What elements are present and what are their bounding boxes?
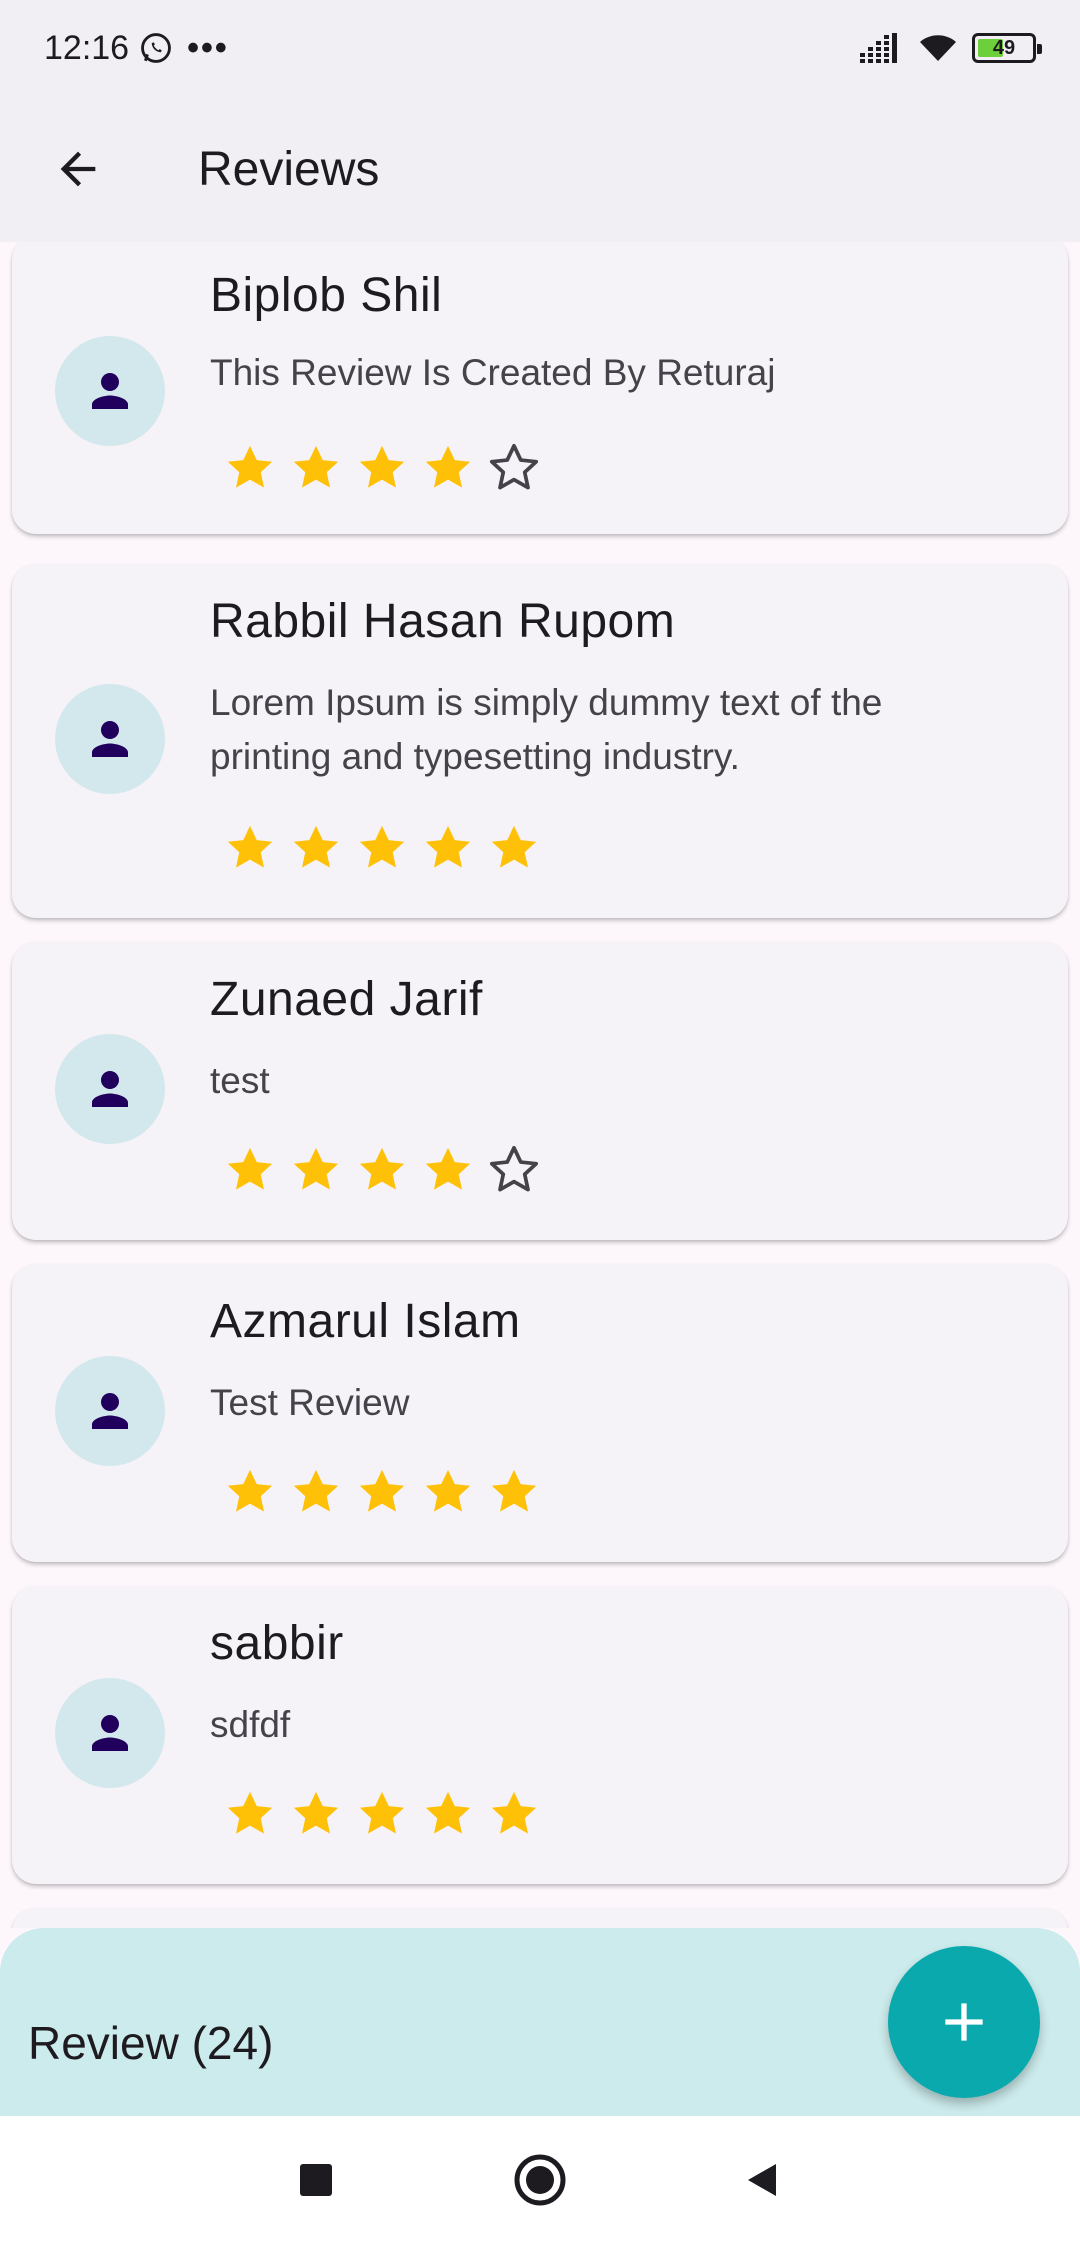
person-icon [92,1393,128,1429]
star-filled-icon [491,825,537,868]
star-outline-icon [489,443,539,490]
avatar [55,1678,165,1788]
star-filled-icon [359,1469,405,1512]
home-button[interactable] [500,2140,580,2220]
add-review-button[interactable] [888,1946,1040,2098]
review-text: test [210,1060,270,1101]
review-card[interactable]: Azmarul Islam Test Review [12,1264,1068,1562]
wifi-icon [920,35,956,61]
review-count-label: Review (24) [28,2017,274,2069]
reviewer-name: Azmarul Islam [210,1295,521,1348]
review-text: This Review Is Created By Returaj [210,352,776,393]
star-filled-icon [359,445,405,488]
system-back-button[interactable] [722,2140,802,2220]
star-rating [222,1786,542,1842]
review-list[interactable]: Biplob Shil This Review Is Created By Re… [0,242,1080,1928]
star-rating [222,1142,542,1198]
star-filled-icon [293,1147,339,1190]
review-card[interactable]: Zunaed Jarif test [12,942,1068,1240]
reviewer-name: Biplob Shil [210,269,443,322]
battery-text: 49 [992,36,1016,59]
triangle-back-icon [748,2164,776,2196]
star-filled-icon [425,1791,471,1834]
star-filled-icon [425,1147,471,1190]
star-rating [222,1464,542,1520]
status-time: 12:16 [44,28,130,67]
star-filled-icon [227,445,273,488]
signal-icon [860,33,897,63]
status-bar: 12:16 ••• 49 [0,0,1080,96]
star-filled-icon [359,1791,405,1834]
status-icons: 49 [860,33,1042,63]
star-filled-icon [227,1469,273,1512]
star-filled-icon [491,1469,537,1512]
person-icon [92,1071,128,1107]
reviewer-name: Rabbil Hasan Rupom [210,595,676,648]
star-filled-icon [425,445,471,488]
star-filled-icon [227,1791,273,1834]
star-filled-icon [293,445,339,488]
app-bar: Reviews [0,96,1080,242]
review-card[interactable]: Biplob Shil This Review Is Created By Re… [12,242,1068,534]
review-text: Test Review [210,1382,410,1423]
recents-button[interactable] [276,2140,356,2220]
star-filled-icon [227,1147,273,1190]
system-nav-bar [0,2116,1080,2246]
review-card-partial[interactable] [12,1908,1068,1928]
person-icon [92,721,128,757]
review-text: Lorem Ipsum is simply dummy text of the … [210,682,883,777]
review-card[interactable]: Rabbil Hasan Rupom Lorem Ipsum is simply… [12,564,1068,918]
star-rating [222,440,542,496]
avatar [55,336,165,446]
star-filled-icon [227,825,273,868]
review-card[interactable]: sabbir sdfdf [12,1586,1068,1884]
star-rating [222,820,542,876]
page-title: Reviews [198,142,380,196]
star-filled-icon [293,1469,339,1512]
person-icon [92,1715,128,1751]
star-filled-icon [359,825,405,868]
square-icon [300,2164,332,2196]
star-filled-icon [491,1791,537,1834]
status-overflow-dots: ••• [187,29,229,67]
reviewer-name: Zunaed Jarif [210,973,483,1026]
avatar [55,1034,165,1144]
review-text: sdfdf [210,1704,291,1745]
arrow-back-icon [60,151,96,187]
battery-icon: 49 [972,33,1042,63]
avatar [55,684,165,794]
star-outline-icon [489,1145,539,1192]
reviewer-name: sabbir [210,1617,344,1670]
star-filled-icon [425,1469,471,1512]
star-filled-icon [425,825,471,868]
back-button[interactable] [30,121,126,217]
circle-home-icon [514,2154,566,2206]
avatar [55,1356,165,1466]
star-filled-icon [359,1147,405,1190]
add-icon [945,2003,983,2041]
star-filled-icon [293,825,339,868]
whatsapp-icon [141,33,171,63]
person-icon [92,373,128,409]
star-filled-icon [293,1791,339,1834]
